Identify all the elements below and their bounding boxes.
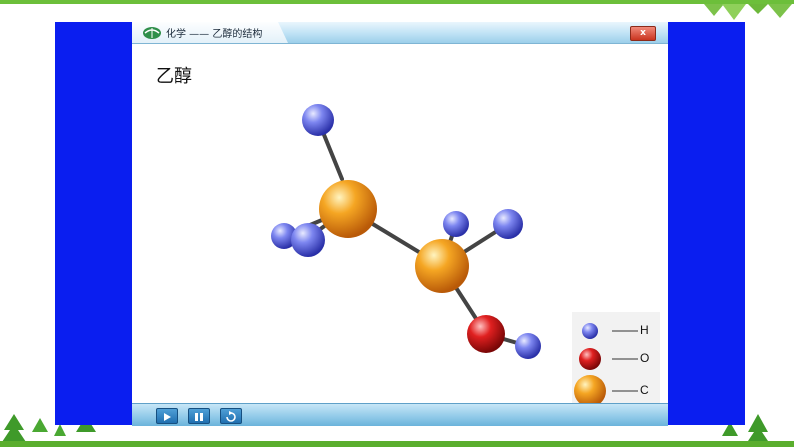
pause-button[interactable] [188, 408, 210, 424]
top-right-decoration-icon [704, 4, 792, 20]
hydrogen-atom [493, 209, 523, 239]
playback-controls [132, 403, 668, 426]
legend-label-h: H [640, 323, 649, 337]
hydrogen-atom [515, 333, 541, 359]
flash-app-window: 化学 —— 乙醇的结构 x 乙醇 H O C [132, 22, 668, 426]
legend-label-c: C [640, 383, 649, 397]
animation-stage: 乙醇 H O C [132, 44, 668, 418]
carbon-atom [319, 180, 377, 238]
hydrogen-atom [302, 104, 334, 136]
hydrogen-atom [443, 211, 469, 237]
legend-oxygen-swatch [579, 348, 601, 370]
oxygen-atom [467, 315, 505, 353]
top-decor-band [0, 0, 794, 4]
legend-label-o: O [640, 351, 650, 365]
hydrogen-atom [291, 223, 325, 257]
bottom-decor-band [0, 441, 794, 447]
play-button[interactable] [156, 408, 178, 424]
legend-hydrogen-swatch [582, 323, 598, 339]
carbon-atom [415, 239, 469, 293]
close-button[interactable]: x [630, 26, 656, 41]
pause-icon [195, 413, 203, 421]
window-title: 化学 —— 乙醇的结构 [166, 29, 263, 40]
window-titlebar: 化学 —— 乙醇的结构 x [132, 22, 668, 44]
play-icon [164, 413, 171, 421]
replay-icon [226, 411, 236, 422]
book-logo-icon [143, 27, 161, 39]
replay-button[interactable] [220, 408, 242, 424]
